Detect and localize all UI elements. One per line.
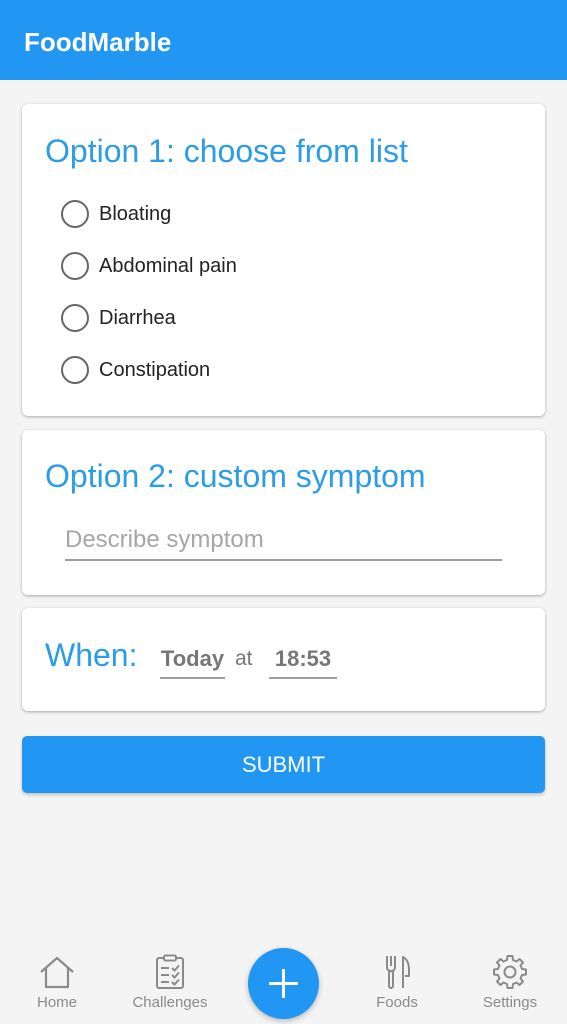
symptom-option-abdominal-pain[interactable]: Abdominal pain <box>61 248 237 284</box>
at-label: at <box>235 647 253 670</box>
radio-button[interactable] <box>61 200 89 228</box>
submit-button[interactable]: SUBMIT <box>22 736 545 793</box>
symptom-label: Diarrhea <box>99 306 176 329</box>
radio-button[interactable] <box>61 356 89 384</box>
option1-heading: Option 1: choose from list <box>45 133 408 169</box>
when-card: When: Today at 18:53 <box>22 608 545 711</box>
option1-card: Option 1: choose from list Bloating Abdo… <box>22 104 545 416</box>
fork-knife-icon <box>386 956 410 989</box>
nav-challenges[interactable]: Challenges <box>115 954 225 1011</box>
symptom-label: Abdominal pain <box>99 254 237 277</box>
symptom-option-diarrhea[interactable]: Diarrhea <box>61 300 176 336</box>
app-title: FoodMarble <box>24 27 172 57</box>
radio-button[interactable] <box>61 304 89 332</box>
time-picker[interactable]: 18:53 <box>269 645 337 679</box>
nav-foods-label: Foods <box>376 994 418 1011</box>
nav-challenges-label: Challenges <box>132 994 208 1011</box>
nav-home[interactable]: Home <box>2 954 112 1011</box>
when-label: When: <box>45 637 138 673</box>
radio-button[interactable] <box>61 252 89 280</box>
custom-symptom-input[interactable] <box>65 521 502 561</box>
nav-home-label: Home <box>36 994 77 1011</box>
option2-card: Option 2: custom symptom <box>22 430 545 595</box>
add-button[interactable] <box>248 948 319 1019</box>
home-icon <box>40 956 74 989</box>
nav-settings-label: Settings <box>482 994 538 1011</box>
symptom-label: Constipation <box>99 358 211 381</box>
symptom-option-constipation[interactable]: Constipation <box>61 352 210 388</box>
nav-foods[interactable]: Foods <box>342 954 452 1011</box>
app-bar: FoodMarble <box>0 0 567 80</box>
plus-icon <box>269 969 298 998</box>
clipboard-icon <box>156 954 184 989</box>
date-picker[interactable]: Today <box>160 645 225 679</box>
nav-settings[interactable]: Settings <box>455 954 565 1011</box>
symptom-label: Bloating <box>99 202 172 225</box>
symptom-option-bloating[interactable]: Bloating <box>61 196 171 232</box>
gear-icon <box>493 955 527 989</box>
option2-heading: Option 2: custom symptom <box>45 458 426 494</box>
